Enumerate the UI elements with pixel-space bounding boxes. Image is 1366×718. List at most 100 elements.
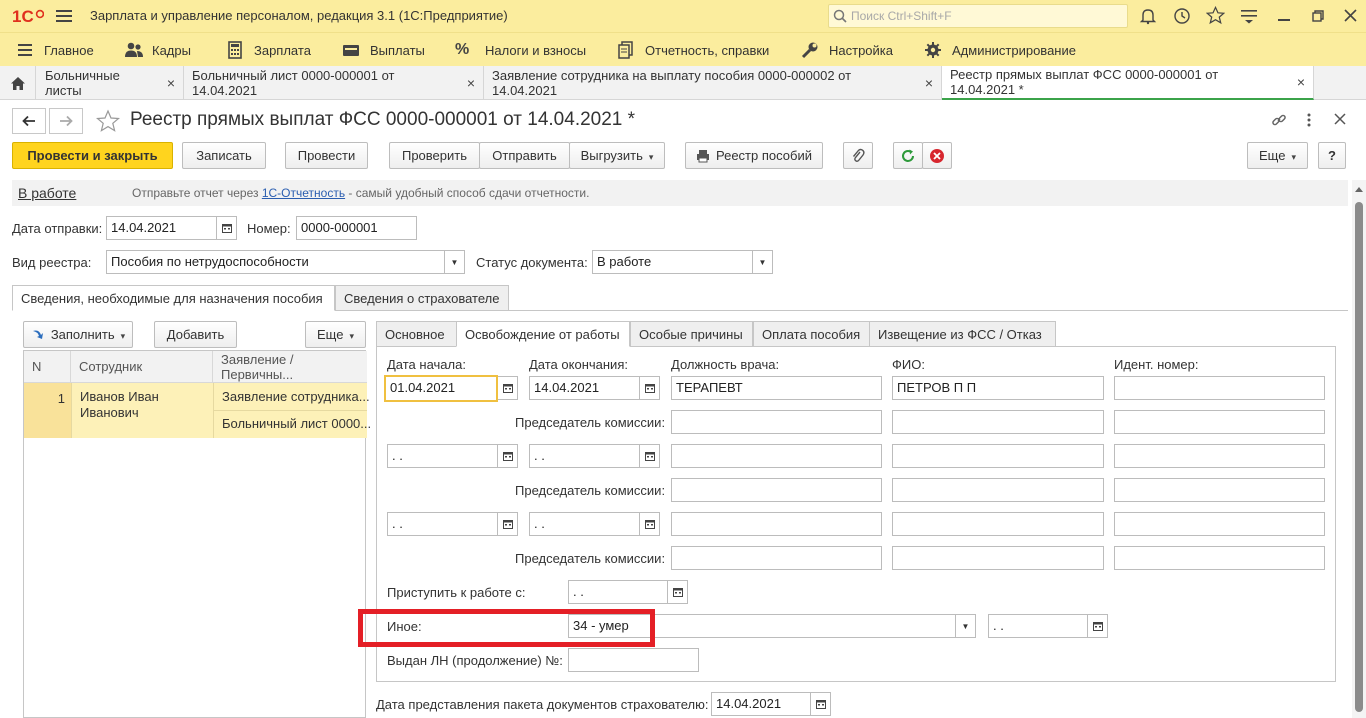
chairman-position-field-3[interactable] bbox=[671, 546, 882, 570]
other-date-field[interactable]: . . bbox=[988, 614, 1088, 638]
close-icon[interactable]: × bbox=[467, 75, 475, 91]
chairman-position-field-2[interactable] bbox=[671, 478, 882, 502]
return-to-work-field[interactable]: . . bbox=[568, 580, 668, 604]
dropdown-icon[interactable]: ▼ bbox=[956, 614, 976, 638]
dropdown-icon[interactable]: ▼ bbox=[753, 250, 773, 274]
fill-button[interactable]: Заполнить bbox=[23, 321, 133, 348]
search-input[interactable]: Поиск Ctrl+Shift+F bbox=[828, 4, 1128, 28]
start-date-field-2[interactable]: . . bbox=[387, 444, 498, 468]
export-button[interactable]: Выгрузить bbox=[569, 142, 665, 169]
close-form-icon[interactable] bbox=[1334, 113, 1346, 125]
attach-button[interactable] bbox=[843, 142, 873, 169]
calendar-icon[interactable] bbox=[498, 444, 518, 468]
more-button[interactable]: Еще bbox=[1247, 142, 1308, 169]
status-select[interactable]: В работе bbox=[592, 250, 753, 274]
number-field[interactable]: 0000-000001 bbox=[296, 216, 417, 240]
employees-table[interactable]: N Сотрудник Заявление / Первичны... 1 Ив… bbox=[23, 350, 371, 718]
post-button[interactable]: Провести bbox=[285, 142, 368, 169]
end-date-field-2[interactable]: . . bbox=[529, 444, 640, 468]
start-date-field-1[interactable]: 01.04.2021 bbox=[384, 375, 498, 402]
chairman-id-field-3[interactable] bbox=[1114, 546, 1325, 570]
section-salary[interactable]: Зарплата bbox=[226, 33, 311, 67]
scroll-thumb[interactable] bbox=[1355, 202, 1363, 712]
history-icon[interactable] bbox=[1173, 7, 1191, 25]
help-button[interactable]: ? bbox=[1318, 142, 1346, 169]
doctor-position-field-3[interactable] bbox=[671, 512, 882, 536]
send-date-field[interactable]: 14.04.2021 bbox=[106, 216, 217, 240]
calendar-icon[interactable] bbox=[498, 376, 518, 400]
restore-icon[interactable] bbox=[1312, 10, 1324, 22]
application-cell[interactable]: Заявление сотрудника... bbox=[213, 383, 370, 411]
column-header-employee[interactable]: Сотрудник bbox=[71, 351, 213, 383]
home-icon[interactable] bbox=[0, 66, 36, 100]
section-main[interactable]: Главное bbox=[16, 33, 94, 67]
calendar-icon[interactable] bbox=[640, 376, 660, 400]
end-date-field-1[interactable]: 14.04.2021 bbox=[529, 376, 640, 400]
chairman-fio-field-2[interactable] bbox=[892, 478, 1104, 502]
tab-sick-leave-doc[interactable]: Больничный лист 0000-000001 от 14.04.202… bbox=[184, 66, 484, 100]
doctor-position-field-1[interactable]: ТЕРАПЕВТ bbox=[671, 376, 882, 400]
minimize-icon[interactable] bbox=[1278, 10, 1290, 22]
tab-fss-notice[interactable]: Извещение из ФСС / Отказ bbox=[869, 321, 1056, 347]
section-payments[interactable]: Выплаты bbox=[342, 33, 425, 67]
chairman-fio-field-1[interactable] bbox=[892, 410, 1104, 434]
link-icon[interactable] bbox=[1271, 112, 1287, 128]
scroll-up-icon[interactable] bbox=[1355, 186, 1363, 192]
back-button[interactable] bbox=[12, 108, 46, 134]
main-menu-icon[interactable] bbox=[56, 8, 72, 24]
tab-application-doc[interactable]: Заявление сотрудника на выплату пособия … bbox=[484, 66, 942, 100]
forward-button[interactable] bbox=[49, 108, 83, 134]
employee-cell[interactable]: Иванов Иван Иванович bbox=[71, 383, 213, 438]
chairman-fio-field-3[interactable] bbox=[892, 546, 1104, 570]
tab-release-from-work[interactable]: Освобождение от работы bbox=[456, 321, 630, 347]
section-hr[interactable]: Кадры bbox=[124, 33, 191, 67]
cancel-button[interactable] bbox=[922, 142, 952, 169]
continuation-field[interactable] bbox=[568, 648, 699, 672]
calendar-icon[interactable] bbox=[217, 216, 237, 240]
calendar-icon[interactable] bbox=[811, 692, 831, 716]
refresh-button[interactable] bbox=[893, 142, 923, 169]
column-header-n[interactable]: N bbox=[24, 351, 71, 383]
column-header-document[interactable]: Заявление / Первичны... bbox=[213, 351, 367, 383]
tab-registry-doc[interactable]: Реестр прямых выплат ФСС 0000-000001 от … bbox=[942, 66, 1314, 100]
tab-insurer-info[interactable]: Сведения о страхователе bbox=[335, 285, 509, 311]
vertical-scrollbar[interactable] bbox=[1352, 180, 1366, 718]
dropdown-icon[interactable]: ▼ bbox=[445, 250, 465, 274]
section-reports[interactable]: Отчетность, справки bbox=[617, 33, 769, 67]
tab-benefit-info[interactable]: Сведения, необходимые для назначения пос… bbox=[12, 285, 335, 311]
tab-special-reasons[interactable]: Особые причины bbox=[630, 321, 753, 347]
close-icon[interactable]: × bbox=[925, 75, 933, 91]
registry-type-select[interactable]: Пособия по нетрудоспособности bbox=[106, 250, 445, 274]
chairman-id-field-2[interactable] bbox=[1114, 478, 1325, 502]
fio-field-2[interactable] bbox=[892, 444, 1104, 468]
section-settings[interactable]: Настройка bbox=[801, 33, 893, 67]
bell-icon[interactable] bbox=[1139, 7, 1157, 25]
calendar-icon[interactable] bbox=[1088, 614, 1108, 638]
id-field-3[interactable] bbox=[1114, 512, 1325, 536]
table-row[interactable]: 1 bbox=[24, 383, 71, 438]
start-date-field-3[interactable]: . . bbox=[387, 512, 498, 536]
1c-reporting-link[interactable]: 1С-Отчетность bbox=[262, 186, 345, 200]
tab-benefit-payment[interactable]: Оплата пособия bbox=[753, 321, 870, 347]
sick-leave-cell[interactable]: Больничный лист 0000... bbox=[213, 411, 371, 438]
calendar-icon[interactable] bbox=[640, 444, 660, 468]
favorites-star-icon[interactable] bbox=[1206, 6, 1225, 25]
benefits-registry-button[interactable]: Реестр пособий bbox=[685, 142, 823, 169]
more-vertical-icon[interactable] bbox=[1302, 112, 1316, 128]
fio-field-1[interactable]: ПЕТРОВ П П bbox=[892, 376, 1104, 400]
calendar-icon[interactable] bbox=[668, 580, 688, 604]
chairman-position-field-1[interactable] bbox=[671, 410, 882, 434]
add-button[interactable]: Добавить bbox=[154, 321, 237, 348]
close-icon[interactable]: × bbox=[1297, 74, 1305, 90]
chairman-id-field-1[interactable] bbox=[1114, 410, 1325, 434]
doctor-position-field-2[interactable] bbox=[671, 444, 882, 468]
close-window-icon[interactable] bbox=[1344, 9, 1357, 22]
fio-field-3[interactable] bbox=[892, 512, 1104, 536]
save-button[interactable]: Записать bbox=[182, 142, 266, 169]
calendar-icon[interactable] bbox=[640, 512, 660, 536]
calendar-icon[interactable] bbox=[498, 512, 518, 536]
id-field-2[interactable] bbox=[1114, 444, 1325, 468]
post-and-close-button[interactable]: Провести и закрыть bbox=[12, 142, 173, 169]
section-admin[interactable]: Администрирование bbox=[924, 33, 1076, 67]
close-icon[interactable]: × bbox=[167, 75, 175, 91]
